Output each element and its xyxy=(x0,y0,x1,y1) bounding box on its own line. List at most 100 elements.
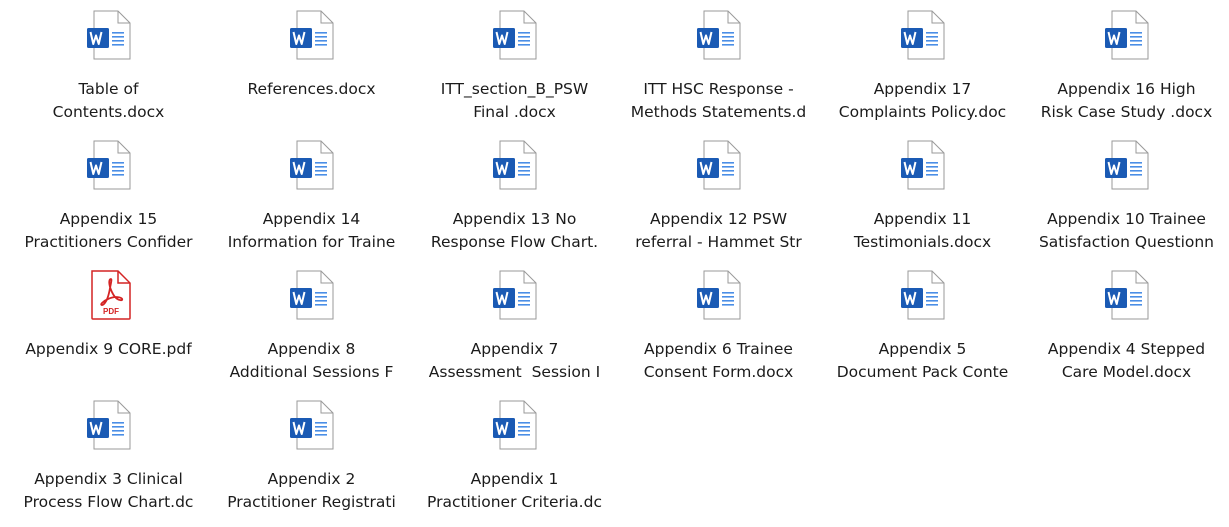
file-name-line-1: Appendix 3 Clinical xyxy=(34,470,183,488)
file-name: Appendix 11 Testimonials.docx xyxy=(820,208,1025,254)
file-item[interactable]: Appendix 6 Trainee Consent Form.docx xyxy=(616,260,821,388)
file-name: Appendix 8 Additional Sessions F xyxy=(209,338,414,384)
file-name: Appendix 17 Complaints Policy.doc xyxy=(820,78,1025,124)
file-name-line-2: Risk Case Study .docx xyxy=(1040,103,1213,121)
word-doc-icon xyxy=(696,270,742,320)
file-item[interactable]: ITT HSC Response - Methods Statements.d xyxy=(616,0,821,128)
file-name: Appendix 5 Document Pack Conte xyxy=(820,338,1025,384)
file-item[interactable]: Appendix 8 Additional Sessions F xyxy=(209,260,414,388)
file-name: Appendix 12 PSW referral - Hammet Str xyxy=(616,208,821,254)
file-item[interactable]: Appendix 16 High Risk Case Study .docx xyxy=(1024,0,1229,128)
file-name-line-2: Document Pack Conte xyxy=(836,363,1009,381)
file-name: Appendix 6 Trainee Consent Form.docx xyxy=(616,338,821,384)
file-item[interactable]: Appendix 17 Complaints Policy.doc xyxy=(820,0,1025,128)
word-doc-icon xyxy=(1104,270,1150,320)
file-name: Appendix 3 Clinical Process Flow Chart.dc xyxy=(6,468,211,514)
file-item[interactable]: ITT_section_B_PSW Final .docx xyxy=(412,0,617,128)
file-name-line-2: Consent Form.docx xyxy=(643,363,794,381)
file-item[interactable]: Appendix 13 No Response Flow Chart. xyxy=(412,130,617,258)
file-name-line-2: Contents.docx xyxy=(52,103,165,121)
file-name: Appendix 9 CORE.pdf xyxy=(6,338,211,361)
file-name-line-1: Appendix 1 xyxy=(470,470,559,488)
file-item[interactable]: Appendix 14 Information for Traine xyxy=(209,130,414,258)
file-name: Appendix 1 Practitioner Criteria.dc xyxy=(412,468,617,514)
word-doc-icon xyxy=(289,400,335,450)
file-name: Appendix 16 High Risk Case Study .docx xyxy=(1024,78,1229,124)
file-name-line-1: Appendix 4 Stepped xyxy=(1047,340,1206,358)
file-name: Table of Contents.docx xyxy=(6,78,211,124)
file-name-line-2: Response Flow Chart. xyxy=(430,233,599,251)
word-doc-icon xyxy=(900,10,946,60)
file-name-line-2: Practitioners Confider xyxy=(24,233,193,251)
file-item[interactable]: Appendix 7 Assessment Session I xyxy=(412,260,617,388)
file-item[interactable]: Appendix 3 Clinical Process Flow Chart.dc xyxy=(6,390,211,518)
file-name-line-1: Appendix 8 xyxy=(267,340,356,358)
word-doc-icon xyxy=(492,270,538,320)
file-name-line-1: Appendix 13 No xyxy=(452,210,577,228)
file-grid: Table of Contents.docx References.docx ITT_… xyxy=(0,0,1229,527)
word-doc-icon xyxy=(86,10,132,60)
file-name-line-2: Complaints Policy.doc xyxy=(838,103,1007,121)
file-name: References.docx xyxy=(209,78,414,101)
file-name-line-1: Appendix 6 Trainee xyxy=(644,340,793,358)
word-doc-icon xyxy=(900,140,946,190)
file-name-line-2: Final .docx xyxy=(473,103,556,121)
file-name-line-1: Appendix 14 xyxy=(262,210,361,228)
file-name: Appendix 10 Trainee Satisfaction Question… xyxy=(1024,208,1229,254)
file-item[interactable]: Appendix 5 Document Pack Conte xyxy=(820,260,1025,388)
file-name-line-2: Testimonials.docx xyxy=(853,233,992,251)
word-doc-icon xyxy=(1104,10,1150,60)
file-name: Appendix 13 No Response Flow Chart. xyxy=(412,208,617,254)
word-doc-icon xyxy=(86,400,132,450)
word-doc-icon xyxy=(492,140,538,190)
word-doc-icon xyxy=(492,400,538,450)
file-item[interactable]: Appendix 15 Practitioners Confider xyxy=(6,130,211,258)
file-name-line-2: Practitioner Criteria.dc xyxy=(427,493,602,511)
word-doc-icon xyxy=(492,10,538,60)
word-doc-icon xyxy=(1104,140,1150,190)
file-name: ITT_section_B_PSW Final .docx xyxy=(412,78,617,124)
file-item[interactable]: Appendix 12 PSW referral - Hammet Str xyxy=(616,130,821,258)
file-name-line-2: Assessment Session I xyxy=(428,363,601,381)
word-doc-icon xyxy=(900,270,946,320)
pdf-badge-label: PDF xyxy=(103,307,119,316)
word-doc-icon xyxy=(289,270,335,320)
file-name: Appendix 7 Assessment Session I xyxy=(412,338,617,384)
file-item[interactable]: Appendix 10 Trainee Satisfaction Question… xyxy=(1024,130,1229,258)
word-doc-icon xyxy=(289,10,335,60)
file-item[interactable]: Appendix 11 Testimonials.docx xyxy=(820,130,1025,258)
word-doc-icon xyxy=(289,140,335,190)
file-name-line-1: Appendix 10 Trainee xyxy=(1047,210,1206,228)
file-name-line-1: Appendix 16 High xyxy=(1057,80,1196,98)
file-name-line-1: Table of xyxy=(78,80,139,98)
file-name: Appendix 14 Information for Traine xyxy=(209,208,414,254)
file-name: Appendix 15 Practitioners Confider xyxy=(6,208,211,254)
file-item[interactable]: References.docx xyxy=(209,0,414,128)
pdf-doc-icon: PDF xyxy=(86,270,132,320)
file-item[interactable]: Table of Contents.docx xyxy=(6,0,211,128)
file-name-line-1: ITT HSC Response - xyxy=(643,80,794,98)
file-name-line-1: Appendix 11 xyxy=(873,210,972,228)
file-name-line-2: Information for Traine xyxy=(227,233,396,251)
word-doc-icon xyxy=(86,140,132,190)
file-name-line-2: Additional Sessions F xyxy=(229,363,394,381)
file-item[interactable]: Appendix 2 Practitioner Registrati xyxy=(209,390,414,518)
file-item[interactable]: Appendix 4 Stepped Care Model.docx xyxy=(1024,260,1229,388)
file-name-line-1: ITT_section_B_PSW xyxy=(440,80,589,98)
file-name-line-1: Appendix 2 xyxy=(267,470,356,488)
file-name-line-1: Appendix 7 xyxy=(470,340,559,358)
file-item[interactable]: PDF Appendix 9 CORE.pdf xyxy=(6,260,211,388)
file-name: Appendix 2 Practitioner Registrati xyxy=(209,468,414,514)
file-name-line-2: Care Model.docx xyxy=(1061,363,1192,381)
file-name-line-2: Process Flow Chart.dc xyxy=(23,493,194,511)
file-name-line-1: Appendix 17 xyxy=(873,80,972,98)
file-name-line-1: Appendix 15 xyxy=(59,210,158,228)
file-name-line-2: Practitioner Registrati xyxy=(227,493,396,511)
file-name-line-2: referral - Hammet Str xyxy=(635,233,802,251)
file-name-line-2: Methods Statements.d xyxy=(630,103,807,121)
file-item[interactable]: Appendix 1 Practitioner Criteria.dc xyxy=(412,390,617,518)
file-name-line-1: Appendix 12 PSW xyxy=(649,210,788,228)
file-name-line-1: References.docx xyxy=(247,80,376,98)
word-doc-icon xyxy=(696,140,742,190)
word-doc-icon xyxy=(696,10,742,60)
